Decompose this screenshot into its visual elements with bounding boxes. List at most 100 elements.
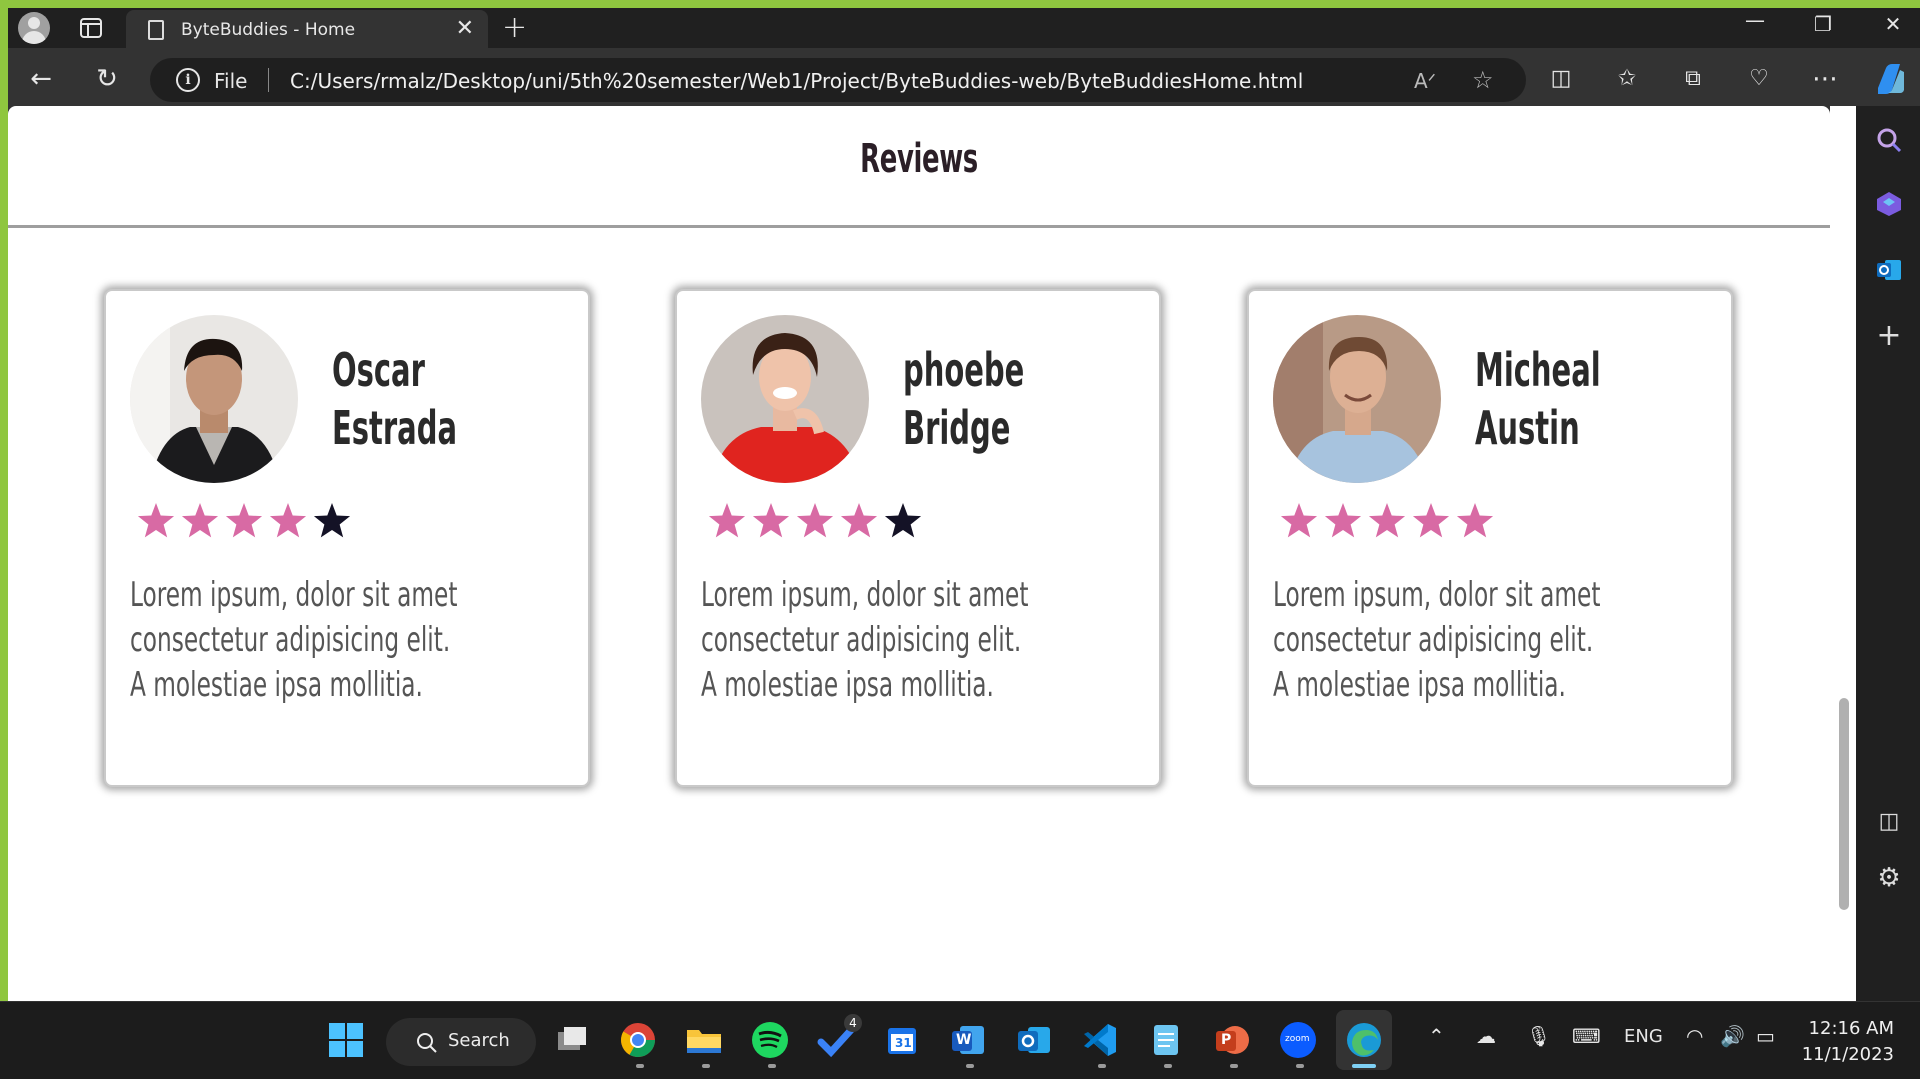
hide-sidebar-icon[interactable]: ◫ bbox=[1873, 806, 1905, 838]
running-indicator bbox=[1098, 1064, 1106, 1068]
zoom-label: zoom bbox=[1285, 1034, 1310, 1044]
onedrive-icon[interactable]: ☁ bbox=[1476, 1024, 1496, 1048]
star-filled-icon bbox=[1280, 503, 1318, 538]
running-indicator bbox=[1164, 1064, 1172, 1068]
task-view-icon[interactable] bbox=[552, 1020, 592, 1060]
running-indicator bbox=[636, 1064, 644, 1068]
clock-date: 11/1/2023 bbox=[1801, 1044, 1894, 1065]
copilot-sidebar-icon[interactable] bbox=[1873, 190, 1905, 222]
todo-icon[interactable]: 4 bbox=[816, 1014, 862, 1060]
outlook-icon[interactable] bbox=[1873, 256, 1905, 288]
windows-taskbar: Search 4 31 W P zoom ⌃ ☁ 🎙 ⌨ ENG ◠ 🔊 ▭ 1… bbox=[0, 1001, 1920, 1079]
edge-sidebar: + ◫ ⚙ bbox=[1856, 106, 1920, 1013]
battery-icon[interactable]: ▭ bbox=[1756, 1024, 1775, 1048]
zoom-icon[interactable]: zoom bbox=[1278, 1020, 1318, 1060]
profile-avatar-icon[interactable] bbox=[18, 12, 50, 44]
close-tab-icon[interactable]: ✕ bbox=[456, 16, 474, 41]
minimize-icon[interactable]: — bbox=[1732, 8, 1778, 32]
star-filled-icon bbox=[1368, 503, 1406, 538]
new-tab-icon[interactable]: + bbox=[502, 10, 527, 45]
taskbar-search[interactable]: Search bbox=[386, 1018, 536, 1066]
word-icon[interactable]: W bbox=[948, 1020, 988, 1060]
reviewer-photo-micheal bbox=[1273, 315, 1441, 483]
info-icon[interactable]: i bbox=[176, 68, 200, 92]
powerpoint-letter: P bbox=[1221, 1032, 1232, 1048]
star-empty-icon bbox=[884, 503, 922, 538]
sidebar-settings-gear-icon[interactable]: ⚙ bbox=[1873, 862, 1905, 894]
browser-essentials-icon[interactable]: ♡ bbox=[1742, 62, 1776, 96]
reviewer-name: Oscar Estrada bbox=[332, 343, 458, 455]
volume-icon[interactable]: 🔊 bbox=[1720, 1024, 1745, 1048]
browser-window: ByteBuddies - Home ✕ + — ❐ ✕ ← ↻ i File … bbox=[8, 8, 1920, 1079]
running-indicator bbox=[1296, 1064, 1304, 1068]
running-indicator bbox=[768, 1064, 776, 1068]
file-explorer-icon[interactable] bbox=[684, 1020, 724, 1060]
calendar-icon[interactable]: 31 bbox=[882, 1020, 922, 1060]
review-card: Micheal Austin Lorem ipsum, dolor sit ame… bbox=[1247, 289, 1733, 787]
word-letter: W bbox=[956, 1032, 972, 1048]
microphone-icon[interactable]: 🎙 bbox=[1526, 1024, 1551, 1048]
star-filled-icon bbox=[225, 503, 263, 538]
favorites-icon[interactable]: ✩ bbox=[1610, 62, 1644, 96]
collections-icon[interactable]: ⧉ bbox=[1676, 62, 1710, 96]
reviewer-photo-oscar bbox=[130, 315, 298, 483]
search-label: Search bbox=[448, 1030, 510, 1051]
document-icon bbox=[148, 20, 164, 40]
spotify-icon[interactable] bbox=[750, 1020, 790, 1060]
star-filled-icon bbox=[1324, 503, 1362, 538]
review-card: Oscar Estrada Lorem ipsum, dolor sit amet… bbox=[104, 289, 590, 787]
language-indicator[interactable]: ENG bbox=[1624, 1026, 1663, 1047]
todo-badge: 4 bbox=[844, 1014, 862, 1032]
favorite-star-icon[interactable]: ☆ bbox=[1472, 66, 1494, 94]
star-filled-icon bbox=[181, 503, 219, 538]
wifi-icon[interactable]: ◠ bbox=[1686, 1024, 1703, 1048]
star-rating bbox=[707, 501, 923, 541]
edge-taskbar-active[interactable] bbox=[1336, 1010, 1392, 1070]
star-filled-icon bbox=[1412, 503, 1450, 538]
restore-icon[interactable]: ❐ bbox=[1800, 12, 1846, 36]
reviewer-name: phoebe Bridge bbox=[903, 343, 1025, 455]
review-card: phoebe Bridge Lorem ipsum, dolor sit amet… bbox=[675, 289, 1161, 787]
star-filled-icon bbox=[796, 503, 834, 538]
read-aloud-icon[interactable]: Aᐟ bbox=[1414, 69, 1436, 93]
show-hidden-icons-chevron-icon[interactable]: ⌃ bbox=[1428, 1024, 1445, 1048]
address-scheme: File bbox=[214, 69, 248, 93]
reviewer-name: Micheal Austin bbox=[1475, 343, 1601, 455]
search-icon[interactable] bbox=[1873, 126, 1905, 158]
split-screen-icon[interactable]: ◫ bbox=[1544, 62, 1578, 96]
system-clock[interactable]: 12:16 AM 11/1/2023 bbox=[1802, 1016, 1894, 1068]
star-filled-icon bbox=[840, 503, 878, 538]
refresh-icon[interactable]: ↻ bbox=[90, 62, 124, 96]
address-url[interactable]: C:/Users/rmalz/Desktop/uni/5th%20semeste… bbox=[290, 69, 1303, 93]
address-bar[interactable]: i File C:/Users/rmalz/Desktop/uni/5th%20… bbox=[150, 58, 1526, 102]
address-divider bbox=[268, 68, 269, 92]
outlook-taskbar-icon[interactable] bbox=[1014, 1020, 1054, 1060]
chrome-icon[interactable] bbox=[618, 1020, 658, 1060]
running-indicator bbox=[1230, 1064, 1238, 1068]
page-viewport: Reviews Oscar Estrada Lorem ipsum, dolor … bbox=[8, 106, 1830, 1009]
tab-bytebuddies-home[interactable]: ByteBuddies - Home ✕ bbox=[126, 10, 488, 48]
add-sidebar-app-icon[interactable]: + bbox=[1873, 320, 1905, 352]
star-filled-icon bbox=[269, 503, 307, 538]
windows-start-icon[interactable] bbox=[326, 1020, 366, 1060]
copilot-icon[interactable] bbox=[1870, 60, 1908, 98]
notepad-icon[interactable] bbox=[1146, 1020, 1186, 1060]
close-window-icon[interactable]: ✕ bbox=[1870, 12, 1916, 36]
star-rating bbox=[136, 501, 352, 541]
heading-divider bbox=[8, 225, 1830, 228]
powerpoint-icon[interactable]: P bbox=[1212, 1020, 1252, 1060]
active-indicator bbox=[1352, 1064, 1376, 1068]
keyboard-icon[interactable]: ⌨ bbox=[1572, 1024, 1601, 1048]
edge-icon bbox=[1347, 1023, 1381, 1057]
vscode-icon[interactable] bbox=[1080, 1020, 1120, 1060]
more-options-icon[interactable]: ⋯ bbox=[1808, 62, 1842, 96]
review-text: Lorem ipsum, dolor sit amet consectetur … bbox=[1273, 575, 1601, 705]
star-filled-icon bbox=[1456, 503, 1494, 538]
reviewer-photo-phoebe bbox=[701, 315, 869, 483]
tab-actions-icon[interactable] bbox=[78, 15, 104, 41]
scrollbar-thumb[interactable] bbox=[1839, 698, 1849, 910]
tab-strip: ByteBuddies - Home ✕ + — ❐ ✕ bbox=[8, 8, 1920, 48]
back-arrow-icon[interactable]: ← bbox=[24, 62, 58, 96]
running-indicator bbox=[966, 1064, 974, 1068]
star-filled-icon bbox=[137, 503, 175, 538]
